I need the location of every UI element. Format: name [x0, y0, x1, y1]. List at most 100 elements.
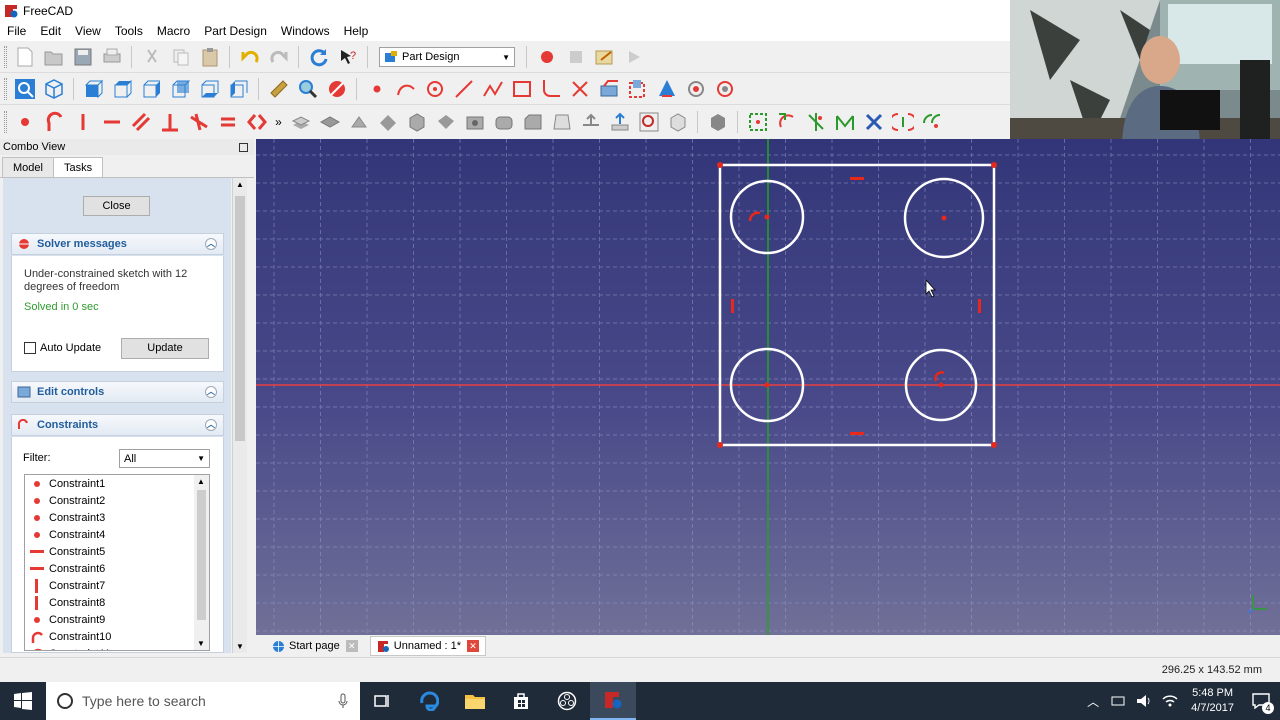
scroll-down-icon[interactable]: ▼ [197, 639, 205, 648]
constraints-header[interactable]: Constraints ︿ [11, 414, 224, 436]
cylinder-icon[interactable] [434, 110, 458, 134]
constraint-list-item[interactable]: Constraint8 [25, 594, 209, 611]
collapse-icon[interactable]: ︿ [205, 238, 217, 250]
right-view-icon[interactable] [140, 77, 164, 101]
stop-macro-icon[interactable] [564, 45, 588, 69]
toolbar-grip[interactable] [4, 46, 7, 68]
record-macro-icon[interactable] [535, 45, 559, 69]
constraint-list-item[interactable]: Constraint11 [25, 645, 209, 650]
menu-macro[interactable]: Macro [150, 21, 197, 41]
copy-icon[interactable] [169, 45, 193, 69]
zoom-box-icon[interactable] [296, 77, 320, 101]
edit-controls-header[interactable]: Edit controls ︿ [11, 381, 224, 403]
new-file-icon[interactable] [13, 45, 37, 69]
view-section-icon[interactable] [706, 110, 730, 134]
fit-all-icon[interactable] [13, 77, 37, 101]
task-panel-scrollbar[interactable]: ▲ ▼ [232, 178, 247, 653]
trim-tool-icon[interactable] [568, 77, 592, 101]
restore-geometry-icon[interactable] [862, 110, 886, 134]
windows-start-button[interactable] [0, 682, 46, 720]
groove-icon[interactable] [376, 110, 400, 134]
fillet-tool-icon[interactable] [539, 77, 563, 101]
filter-select[interactable]: All ▼ [119, 449, 210, 468]
constrain-tangent-icon[interactable] [187, 110, 211, 134]
select-constraints-icon[interactable] [746, 110, 770, 134]
toolbar-grip[interactable] [4, 78, 7, 100]
polyline-icon[interactable] [394, 77, 418, 101]
top-view-icon[interactable] [111, 77, 135, 101]
more-tools-icon[interactable]: » [274, 110, 284, 134]
select-origin-icon[interactable] [775, 110, 799, 134]
open-file-icon[interactable] [42, 45, 66, 69]
taskbar-search[interactable]: Type here to search [46, 682, 360, 720]
pad-icon[interactable] [289, 110, 313, 134]
edit-macro-icon[interactable] [593, 45, 617, 69]
left-view-icon[interactable] [227, 77, 251, 101]
slot-tool-icon[interactable] [713, 77, 737, 101]
select-conflicting-icon[interactable] [891, 110, 915, 134]
draw-style-icon[interactable] [325, 77, 349, 101]
draft-icon[interactable] [550, 110, 574, 134]
view-sketch-icon[interactable] [666, 110, 690, 134]
fillet-feature-icon[interactable] [492, 110, 516, 134]
front-view-icon[interactable] [82, 77, 106, 101]
sketch-canvas[interactable] [256, 139, 1280, 635]
constraint-list-item[interactable]: Constraint9 [25, 611, 209, 628]
solver-messages-header[interactable]: Solver messages ︿ [11, 233, 224, 255]
constraints-list[interactable]: Constraint1 Constraint2 Constraint3 Constra… [24, 474, 210, 651]
constrain-coincident-icon[interactable] [13, 110, 37, 134]
network-icon[interactable] [1110, 695, 1126, 707]
bottom-view-icon[interactable] [198, 77, 222, 101]
line-tool-icon[interactable] [452, 77, 476, 101]
tab-model[interactable]: Model [2, 157, 54, 177]
menu-windows[interactable]: Windows [274, 21, 337, 41]
constraint-list-item[interactable]: Constraint7 [25, 577, 209, 594]
constraint-list-item[interactable]: Constraint10 [25, 628, 209, 645]
task-view-icon[interactable] [360, 682, 406, 720]
constrain-point-on-object-icon[interactable] [42, 110, 66, 134]
scroll-down-icon[interactable]: ▼ [236, 642, 244, 651]
menu-view[interactable]: View [68, 21, 108, 41]
rectangle-tool-icon[interactable] [510, 77, 534, 101]
thickness-icon[interactable] [579, 110, 603, 134]
menu-help[interactable]: Help [337, 21, 376, 41]
constrain-parallel-icon[interactable] [129, 110, 153, 134]
volume-icon[interactable] [1136, 694, 1152, 708]
construction-mode-icon[interactable] [655, 77, 679, 101]
scroll-thumb[interactable] [197, 490, 206, 620]
zoom-selection-icon[interactable] [637, 110, 661, 134]
constraint-list-item[interactable]: Constraint3 [25, 509, 209, 526]
scroll-thumb[interactable] [235, 196, 245, 441]
polyline-tool-icon[interactable] [481, 77, 505, 101]
constrain-equal-icon[interactable] [216, 110, 240, 134]
wifi-icon[interactable] [1162, 694, 1178, 708]
cut-icon[interactable] [140, 45, 164, 69]
clock[interactable]: 5:48 PM 4/7/2017 [1191, 686, 1234, 716]
edge-browser-icon[interactable] [406, 682, 452, 720]
save-icon[interactable] [71, 45, 95, 69]
expand-icon[interactable]: ︿ [205, 386, 217, 398]
close-tab-icon[interactable]: ✕ [467, 640, 480, 652]
store-icon[interactable] [498, 682, 544, 720]
freecad-taskbar-icon[interactable] [590, 682, 636, 720]
select-vertical-axis-icon[interactable] [804, 110, 828, 134]
bspline-tool-icon[interactable] [684, 77, 708, 101]
box-icon[interactable] [405, 110, 429, 134]
menu-part-design[interactable]: Part Design [197, 21, 274, 41]
circle-tool-icon[interactable] [423, 77, 447, 101]
constraint-list-item[interactable]: Constraint4 [25, 526, 209, 543]
auto-update-checkbox[interactable] [24, 342, 36, 354]
chamfer-icon[interactable] [521, 110, 545, 134]
constraint-list-item[interactable]: Constraint6 [25, 560, 209, 577]
toolbar-grip[interactable] [4, 111, 7, 133]
menu-edit[interactable]: Edit [33, 21, 68, 41]
measure-distance-icon[interactable] [267, 77, 291, 101]
menu-tools[interactable]: Tools [108, 21, 150, 41]
rear-view-icon[interactable] [169, 77, 193, 101]
refresh-icon[interactable] [307, 45, 331, 69]
select-redundant-icon[interactable] [920, 110, 944, 134]
doc-tab-unnamed[interactable]: Unnamed : 1* ✕ [369, 636, 487, 656]
constraint-list-item[interactable]: Constraint2 [25, 492, 209, 509]
carbon-copy-icon[interactable] [626, 77, 650, 101]
workbench-selector[interactable]: Part Design ▼ [379, 47, 515, 67]
